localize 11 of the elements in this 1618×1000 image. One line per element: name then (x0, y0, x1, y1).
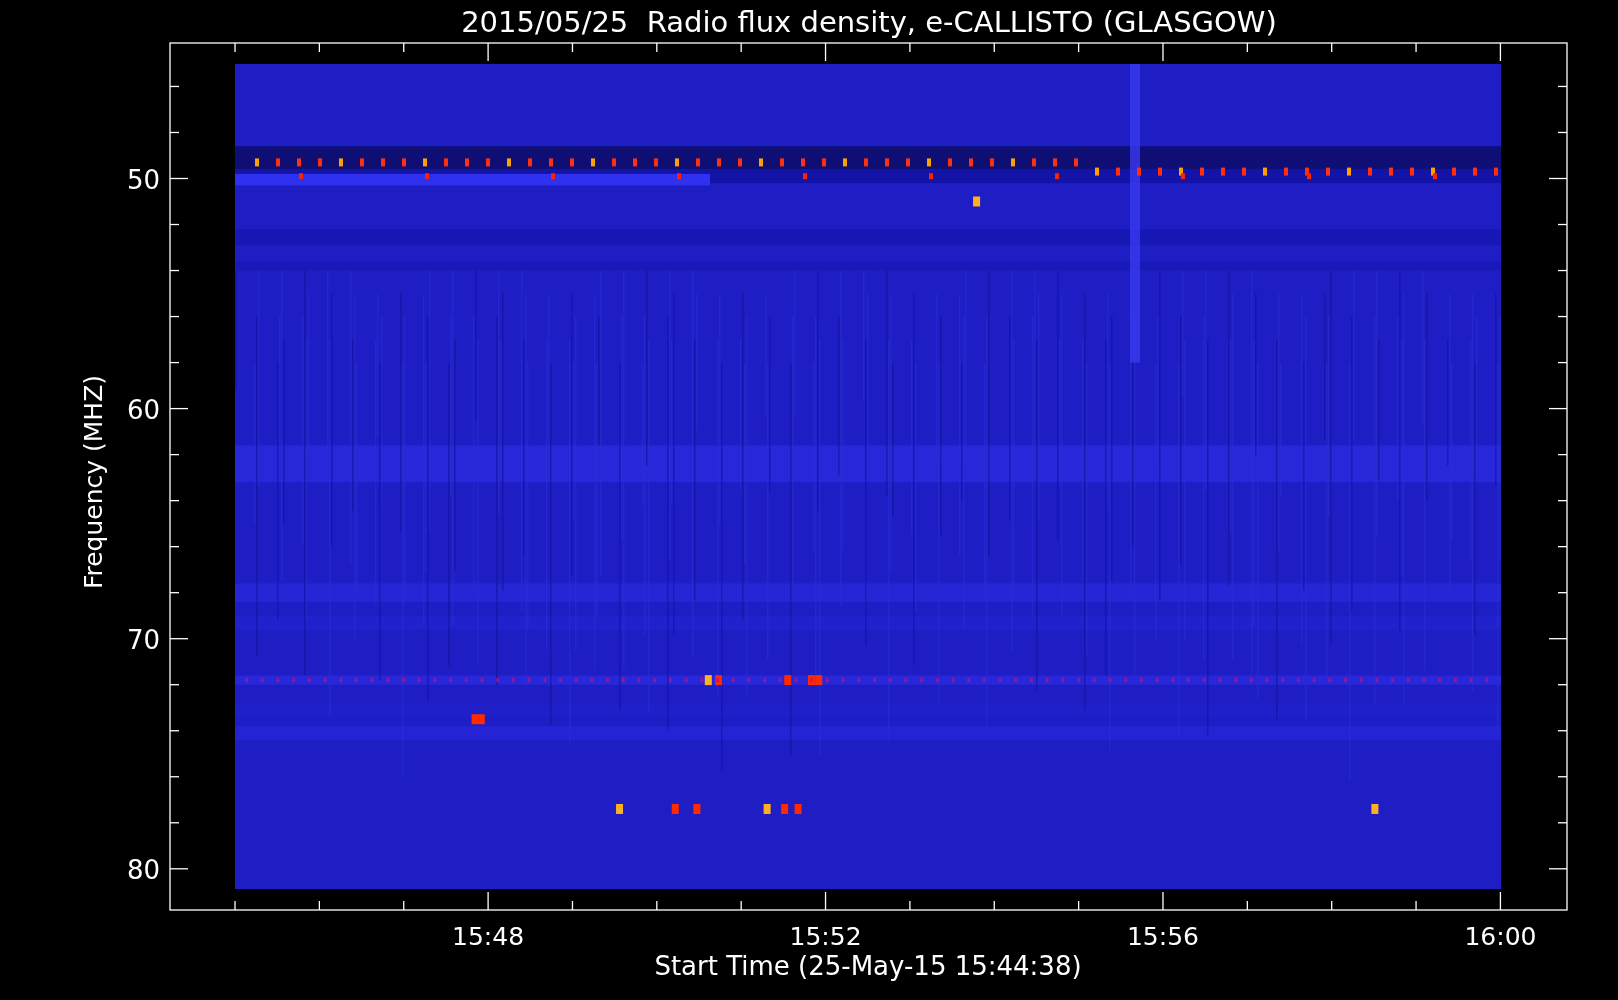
y-tick-label: 80 (126, 854, 160, 885)
x-tick-label: 16:00 (1464, 922, 1537, 951)
x-tick-label: 15:48 (452, 922, 525, 951)
y-tick-label: 60 (126, 394, 160, 425)
chart-title: 2015/05/25 Radio flux density, e-CALLISTO (GLASGOW) (461, 5, 1277, 39)
x-tick-label: 15:52 (789, 922, 862, 951)
x-tick-label: 15:56 (1126, 922, 1199, 951)
y-axis-label: Frequency (MHZ) (79, 374, 108, 590)
y-tick-label: 50 (126, 164, 160, 195)
x-axis-label: Start Time (25-May-15 15:44:38) (654, 951, 1082, 981)
y-tick-label: 70 (126, 624, 160, 655)
